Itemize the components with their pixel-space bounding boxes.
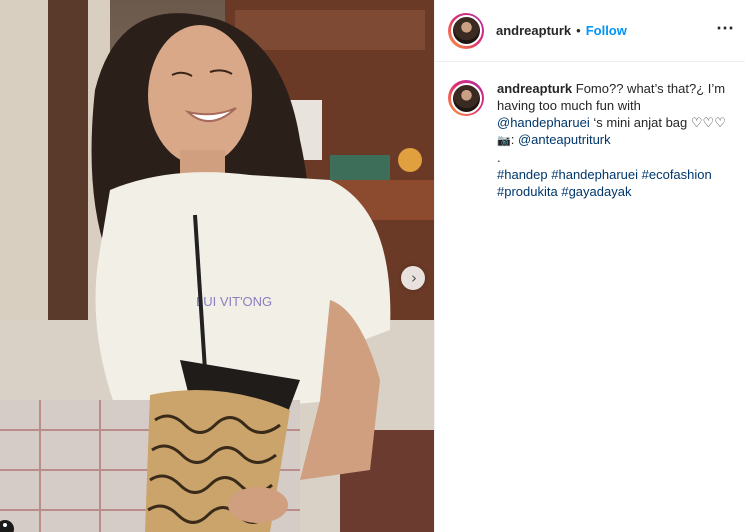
hashtag-link[interactable]: #gayadayak [561,184,631,199]
photo-scene: LUI VIT'ONG [0,0,434,532]
author-avatar-ring[interactable] [448,12,484,49]
hashtag-link[interactable]: #ecofashion [642,167,712,182]
post-photo[interactable]: LUI VIT'ONG › [0,0,434,532]
svg-text:LUI VIT'ONG: LUI VIT'ONG [196,294,272,309]
author-username[interactable]: andreapturk [496,23,571,38]
caption-text: andreapturk Fomo?? what’s that?¿ I’m hav… [497,80,737,200]
chevron-right-icon: › [411,268,417,287]
hashtag-link[interactable]: #handep [497,167,548,182]
caption-dot: . [497,150,501,165]
follow-button[interactable]: Follow [586,23,627,38]
panel-divider [434,0,435,532]
avatar [450,15,482,46]
hashtag-link[interactable]: #produkita [497,184,558,199]
caption-avatar-ring[interactable] [448,80,484,116]
caption-text-2: ‘s mini anjat bag ♡♡♡ [589,115,726,130]
caption-username[interactable]: andreapturk [497,81,572,96]
mention-link[interactable]: @anteaputriturk [518,132,611,147]
more-options-icon[interactable]: ⋯ [716,18,734,39]
carousel-next-button[interactable]: › [401,266,425,290]
caption-comment: andreapturk Fomo?? what’s that?¿ I’m hav… [448,80,738,200]
mention-link[interactable]: @handepharuei [497,115,590,130]
post-header: andreapturk • Follow ⋯ [435,0,745,62]
camera-icon: 📷 [497,134,511,147]
avatar [450,82,482,114]
caption-text-3: : [510,132,518,147]
hashtag-link[interactable]: #handepharuei [551,167,638,182]
header-separator: • [576,23,581,38]
